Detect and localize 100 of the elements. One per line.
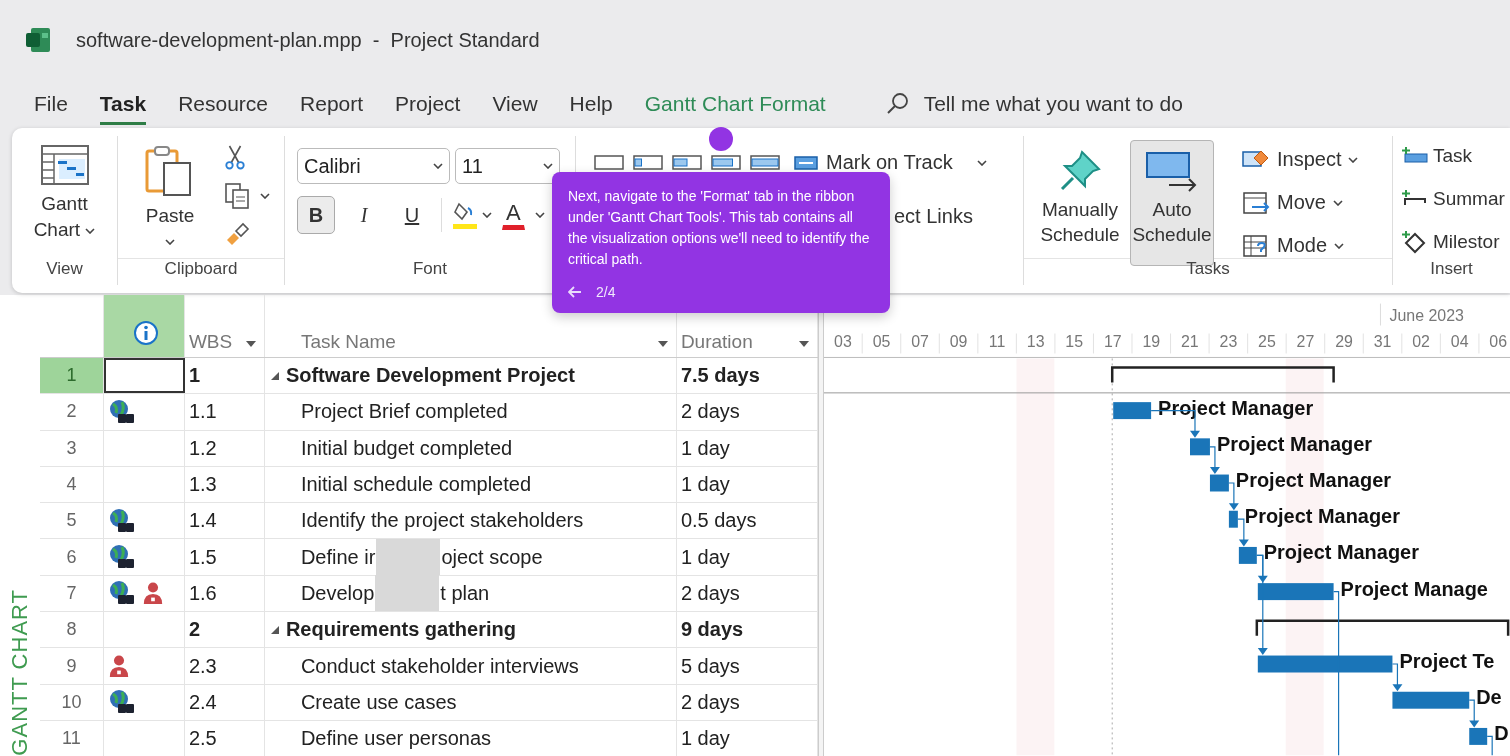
resource-label: Project Manage	[1340, 577, 1488, 600]
resource-label: D	[1494, 722, 1509, 745]
date-label: 23	[1219, 333, 1238, 351]
text-style-button[interactable]: U	[393, 196, 431, 234]
ribbon-menu-button[interactable]: Move	[1276, 190, 1327, 215]
font-color-button[interactable]: A	[502, 200, 525, 230]
duration-cell: 1 day	[676, 466, 818, 503]
insert-menu-button[interactable]: Summar	[1432, 186, 1506, 211]
date-label: 07	[911, 333, 929, 351]
task-name: Initial schedule completed	[300, 473, 532, 497]
group-label: Clipboard	[163, 259, 239, 280]
search-field[interactable]: Tell me what you want to do	[923, 92, 1244, 116]
task-name: Identify the project stakeholders	[300, 509, 584, 533]
date-label: 11	[988, 333, 1006, 351]
column-header[interactable]: WBS	[188, 331, 233, 353]
respect-links-button[interactable]: ect Links	[894, 205, 973, 227]
task-name: Define user personas	[300, 727, 491, 751]
menu-tab[interactable]: Help	[569, 83, 613, 125]
duration-cell: 2 days	[676, 575, 818, 612]
resource-label: Project Manager	[1216, 432, 1372, 455]
wbs-cell: 1.4	[184, 503, 265, 539]
menu-tab[interactable]: File	[34, 83, 68, 125]
wbs-cell: 2.5	[184, 720, 265, 756]
task-name: Develop	[300, 581, 375, 605]
task-name: Project Brief completed	[300, 400, 508, 424]
date-label: 25	[1257, 333, 1276, 351]
manually-schedule-button[interactable]: Manually Schedule	[1038, 140, 1122, 266]
task-name: Software Development Project	[285, 364, 575, 388]
duration-cell: 7.5 days	[676, 358, 818, 394]
duration-cell: 1 day	[676, 430, 818, 466]
menu-tab[interactable]: Project	[395, 83, 461, 125]
date-label: 09	[949, 333, 968, 351]
row-number[interactable]: 10	[39, 684, 104, 720]
insert-menu-button[interactable]: Task	[1432, 143, 1474, 168]
text-style-button[interactable]: I	[345, 196, 383, 234]
duration-cell: 2 days	[676, 394, 818, 430]
duration-cell: 2 days	[676, 684, 818, 720]
resource-label: De	[1476, 686, 1502, 709]
date-label: 21	[1180, 333, 1199, 351]
ribbon-menu-button[interactable]: Mode	[1276, 233, 1329, 258]
row-number[interactable]: 8	[39, 612, 104, 648]
duration-cell: 1 day	[676, 720, 818, 756]
menu-tab[interactable]: Report	[300, 83, 364, 125]
wbs-cell: 1.3	[184, 466, 265, 503]
wbs-cell: 1.5	[184, 539, 265, 575]
row-number[interactable]: 2	[39, 394, 104, 430]
font-family-select[interactable]: Calibri	[297, 148, 450, 184]
task-name: Create use cases	[300, 690, 457, 714]
task-name: oject scope	[441, 545, 543, 569]
gantt-chart-button[interactable]: Gantt Chart	[28, 136, 101, 259]
ribbon-menu-button[interactable]: Inspect	[1276, 147, 1343, 172]
task-name: t plan	[440, 581, 490, 605]
menu-tab[interactable]: Gantt Chart Format	[644, 83, 826, 125]
row-number[interactable]: 4	[39, 466, 104, 503]
insert-menu-button[interactable]: Milestor	[1432, 229, 1501, 254]
row-number[interactable]: 6	[39, 539, 104, 575]
row-number[interactable]: 7	[39, 575, 104, 612]
column-header[interactable]: Task Name	[300, 331, 396, 353]
date-label: 03	[833, 333, 852, 351]
mark-on-track-button[interactable]: Mark on Track	[793, 150, 954, 175]
wbs-cell: 1.2	[184, 430, 265, 466]
duration-cell: 5 days	[676, 648, 818, 684]
text-style-button[interactable]: B	[297, 196, 335, 234]
date-label: 04	[1450, 333, 1469, 351]
group-label: Font	[412, 259, 448, 280]
tour-text: Next, navigate to the 'Format' tab in the ribbon under 'Gantt Chart Tools'. This tab contains all the visualization options we'll need to identify the critical path.	[568, 187, 871, 269]
group-label: Insert	[1429, 259, 1474, 280]
date-label: 27	[1296, 333, 1315, 351]
row-number[interactable]: 5	[39, 503, 104, 539]
date-label: 05	[872, 333, 891, 351]
date-label: 17	[1103, 333, 1122, 351]
step-counter: 2/4	[596, 284, 616, 300]
row-number[interactable]: 9	[39, 648, 104, 684]
date-label: 29	[1335, 333, 1353, 351]
wbs-cell: 2.3	[184, 648, 265, 684]
menu-tab[interactable]: View	[492, 83, 538, 125]
view-label: GANTT CHART	[6, 589, 33, 756]
date-label: 13	[1026, 333, 1045, 351]
menu-tab[interactable]: Task	[99, 83, 147, 125]
column-header[interactable]: Duration	[680, 331, 753, 353]
task-name: Conduct stakeholder interviews	[300, 654, 579, 678]
task-name: Initial budget completed	[300, 436, 513, 460]
date-label: 15	[1065, 333, 1083, 351]
duration-cell: 9 days	[676, 612, 818, 648]
date-label: 06	[1489, 333, 1507, 351]
row-number[interactable]: 1	[39, 358, 104, 394]
duration-cell: 0.5 days	[676, 503, 818, 539]
date-label: 31	[1373, 333, 1392, 351]
task-name: Define ir	[300, 545, 376, 569]
resource-label: Project Manager	[1263, 541, 1419, 564]
group-label: View	[45, 259, 84, 280]
row-number[interactable]: 11	[39, 720, 104, 756]
row-number[interactable]: 3	[39, 430, 104, 466]
wbs-cell: 1.1	[184, 394, 265, 430]
date-label: 02	[1412, 333, 1430, 351]
menu-tab[interactable]: Resource	[178, 83, 269, 125]
task-name: Requirements gathering	[285, 618, 516, 642]
wbs-cell: 1.6	[184, 575, 265, 612]
paste-button[interactable]: Paste	[124, 136, 216, 246]
resource-label: Project Manager	[1244, 505, 1400, 528]
